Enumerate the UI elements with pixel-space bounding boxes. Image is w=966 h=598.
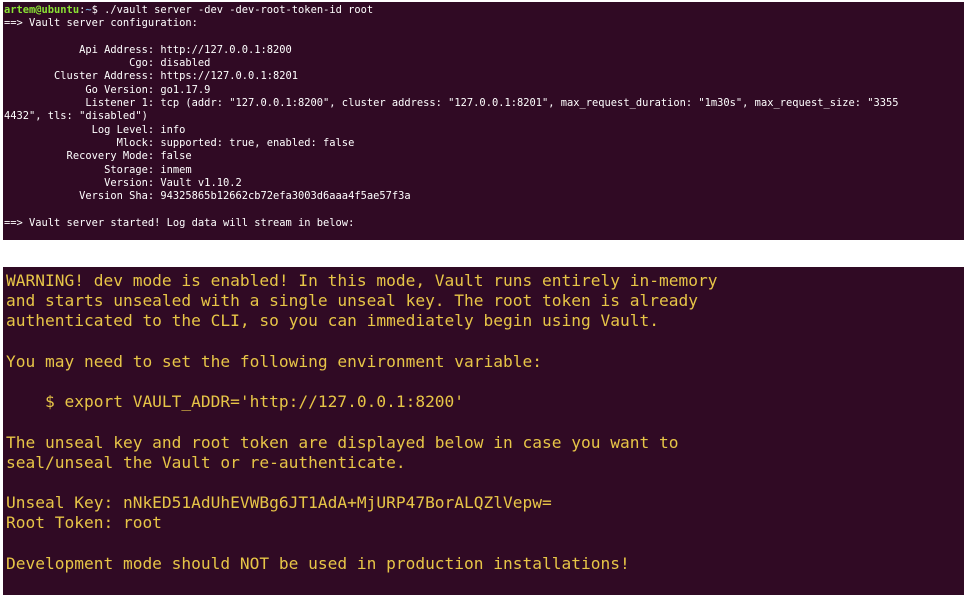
config-version-sha: Version Sha: 94325865b12662cb72efa3003d6… [4, 190, 411, 203]
config-recovery-mode: Recovery Mode: false [4, 150, 192, 163]
root-token-line: Root Token: root [6, 513, 162, 533]
config-listener-cont: 4432", tls: "disabled") [4, 110, 148, 123]
warning-line: authenticated to the CLI, so you can imm… [6, 311, 659, 331]
config-mlock: Mlock: supported: true, enabled: false [4, 136, 355, 149]
dev-mode-warning-line: Development mode should NOT be used in p… [6, 553, 630, 573]
config-version: Version: Vault v1.10.2 [4, 176, 242, 189]
warning-line: WARNING! dev mode is enabled! In this mo… [6, 271, 718, 290]
config-cgo: Cgo: disabled [4, 57, 211, 70]
command-prompt-line: artem@ubuntu:~$ ./vault server -dev -dev… [3, 4, 964, 17]
config-listener: Listener 1: tcp (addr: "127.0.0.1:8200",… [4, 97, 899, 110]
config-go-version: Go Version: go1.17.9 [4, 83, 211, 96]
server-started-line: ==> Vault server started! Log data will … [4, 216, 355, 229]
unseal-key-line: Unseal Key: nNkED51AdUhEVWBg6JT1AdA+MjUR… [6, 493, 552, 513]
terminal-window-bottom[interactable]: WARNING! dev mode is enabled! In this mo… [3, 267, 964, 595]
terminal-window-top[interactable]: artem@ubuntu:~$ ./vault server -dev -dev… [3, 2, 964, 240]
prompt-symbol: $ [91, 4, 105, 16]
config-cluster-address: Cluster Address: https://127.0.0.1:8201 [4, 70, 299, 83]
config-log-level: Log Level: info [4, 123, 186, 136]
export-command-line: $ export VAULT_ADDR='http://127.0.0.1:82… [6, 392, 465, 412]
env-hint-line: You may need to set the following enviro… [6, 351, 543, 371]
config-api-address: Api Address: http://127.0.0.1:8200 [4, 43, 292, 56]
warning-line: and starts unsealed with a single unseal… [6, 291, 698, 311]
unseal-info-line: seal/unseal the Vault or re-authenticate… [6, 452, 406, 472]
command-text: ./vault server -dev -dev-root-token-id r… [104, 4, 374, 16]
prompt-user-host: artem@ubuntu [4, 4, 80, 16]
unseal-info-line: The unseal key and root token are displa… [6, 432, 679, 452]
output-line: ==> Vault server configuration: [4, 17, 198, 30]
config-storage: Storage: inmem [4, 163, 192, 176]
